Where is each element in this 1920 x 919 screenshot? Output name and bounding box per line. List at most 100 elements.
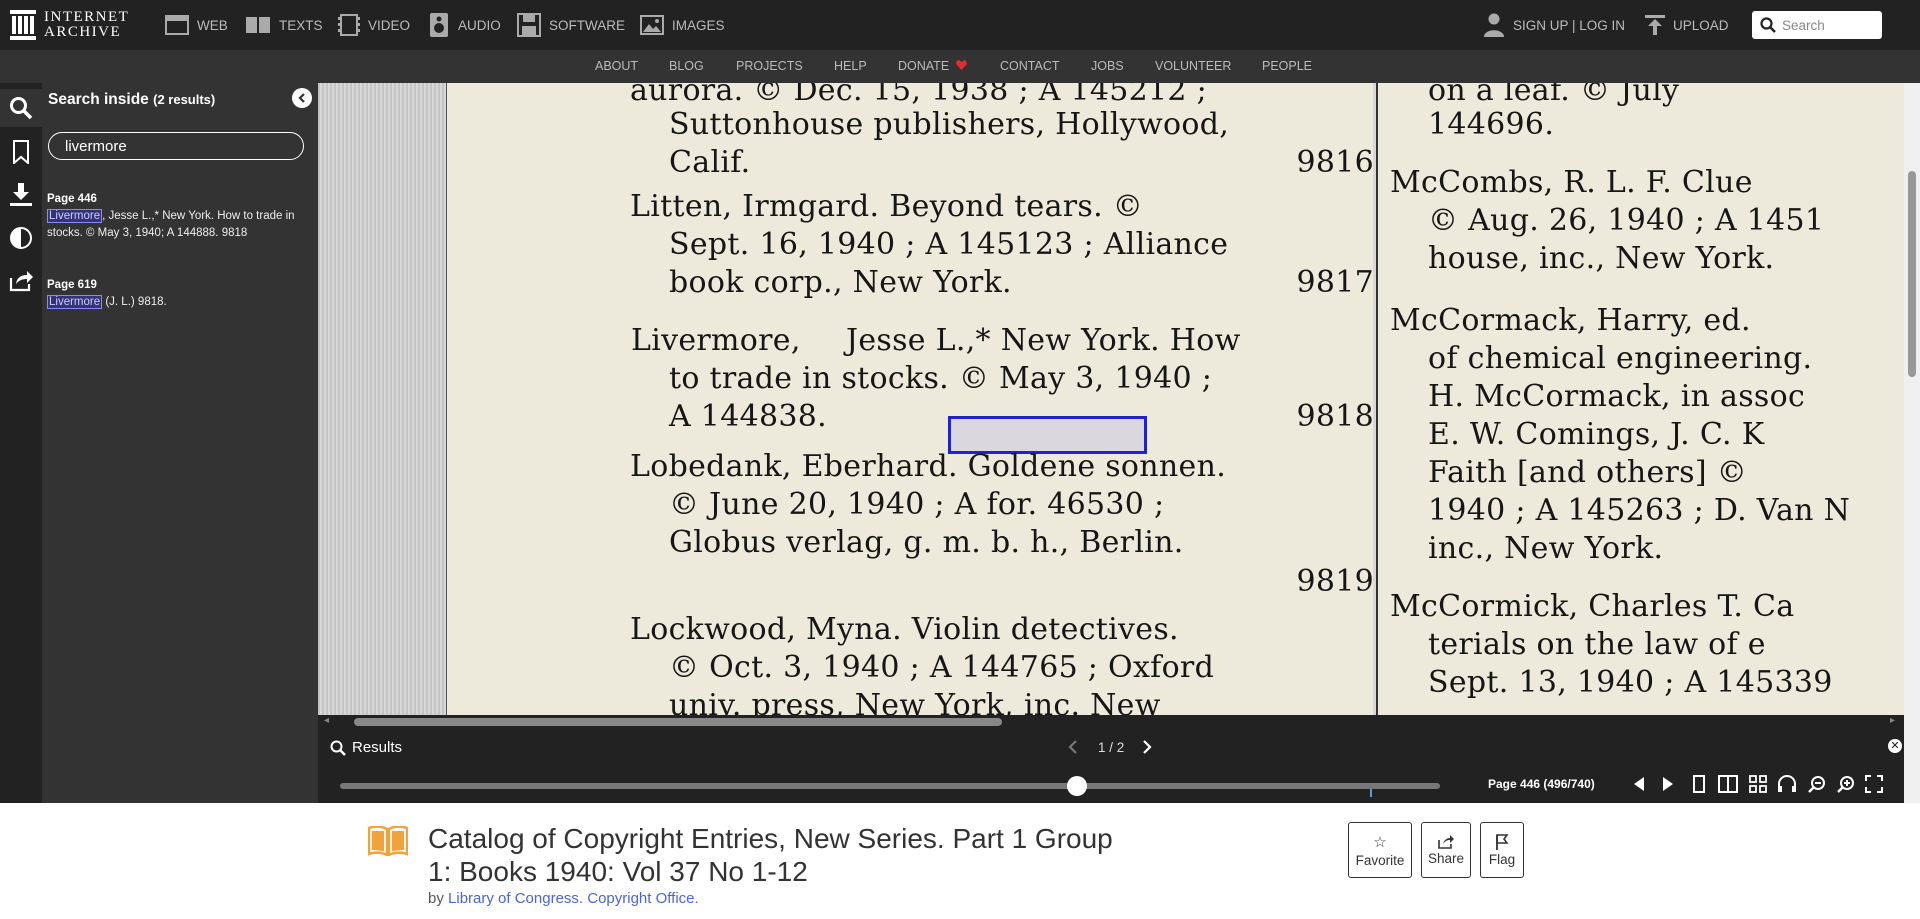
subnav-blog[interactable]: BLOG [669,50,704,83]
nav-video[interactable]: VIDEO [338,14,410,36]
read-aloud-button[interactable] [1777,774,1797,794]
video-icon [338,14,360,36]
page-text-line: Lobedank, Eberhard. Goldene sonnen. [630,449,1227,484]
subnav-jobs[interactable]: JOBS [1091,50,1124,83]
global-search-input[interactable] [1780,16,1879,34]
page-text-line: Calif. [669,145,751,180]
web-icon [165,15,189,35]
author-link[interactable]: Library of Congress. Copyright Office. [448,890,699,907]
vertical-scrollbar[interactable] [1904,83,1920,803]
logo-text-line2: ARCHIVE [44,24,122,40]
nav-software[interactable]: SOFTWARE [517,13,625,37]
flag-button[interactable]: Flag [1480,822,1524,878]
search-inside-input[interactable] [48,132,304,160]
search-results-bar: Results 1 / 2 ✕ [318,729,1904,765]
scroll-right-arrow-icon[interactable]: ▸ [1890,715,1895,726]
page-slider-handle[interactable] [1067,776,1087,796]
fullscreen-button[interactable] [1864,774,1884,794]
subnav-people[interactable]: PEOPLE [1262,50,1312,83]
page-text-line: on a leaf. © July [1428,83,1680,108]
logo-text-line1: INTERNET [44,9,130,25]
subnav-contact[interactable]: CONTACT [1000,50,1060,83]
byline-prefix: by [428,890,444,907]
bookmarks-tool[interactable] [0,133,42,171]
previous-page-button[interactable] [1629,774,1649,794]
nav-web[interactable]: WEB [165,14,228,36]
one-page-view-button[interactable] [1689,774,1709,794]
page-text-line: E. W. Comings, J. C. K [1428,417,1765,452]
contrast-icon [10,227,32,249]
horizontal-scrollbar[interactable]: ◂ ▸ [318,715,1904,729]
subnav-volunteer[interactable]: VOLUNTEER [1155,50,1231,83]
vertical-scroll-thumb[interactable] [1908,171,1916,377]
download-tool[interactable] [0,176,42,214]
zoom-in-icon [1837,776,1854,793]
item-byline: by Library of Congress. Copyright Office… [428,890,699,907]
upload-link[interactable]: UPLOAD [1645,14,1729,36]
share-label: Share [1427,850,1465,866]
search-result-match: Livermore [47,209,103,223]
page-text-line: 1940 ; A 145263 ; D. Van N [1428,493,1851,528]
zoom-out-button[interactable] [1807,774,1827,794]
share-button[interactable]: Share [1421,822,1471,878]
page-text-line: univ. press, New York, inc. New [669,688,1161,715]
page-text-line: terials on the law of e [1428,627,1766,662]
collapse-panel-button[interactable] [292,88,312,108]
search-result-marker[interactable] [1370,789,1372,797]
user-icon [1484,13,1504,37]
share-tool[interactable] [0,262,42,300]
subnav-donate[interactable]: DONATE [898,50,967,83]
page-text-line: to trade in stocks. © May 3, 1940 ; [669,361,1213,396]
page-text-line: Sept. 13, 1940 ; A 145339 [1428,665,1833,700]
nav-texts[interactable]: TEXTS [245,14,323,36]
triangle-right-icon [1663,777,1673,791]
search-result-item[interactable]: Page 619 Livermore (J. L.) 9818. [47,277,312,311]
chevron-right-icon [1143,740,1152,754]
download-icon [10,183,32,206]
share-icon [1438,834,1454,849]
nav-audio[interactable]: AUDIO [428,13,501,37]
page-text-line: McCombs, R. L. F. Clue [1390,165,1753,200]
page-text-entry-number: 9819 [1296,564,1374,599]
nav-software-label: SOFTWARE [549,17,625,33]
signup-login-link[interactable]: SIGN UP | LOG IN [1483,13,1625,37]
page-text-line: McCormick, Charles T. Ca [1390,589,1795,624]
triangle-left-icon [1634,777,1644,791]
book-reader-viewport[interactable]: aurora. © Dec. 15, 1938 ; A 145212 ; Sut… [318,83,1904,715]
audio-icon [430,13,448,37]
internet-archive-logo[interactable]: INTERNET ARCHIVE [10,8,129,42]
subnav-help[interactable]: HELP [834,50,867,83]
nav-video-label: VIDEO [368,17,411,33]
favorite-label: Favorite [1355,852,1405,868]
next-result-button[interactable] [1142,738,1152,759]
next-page-button[interactable] [1658,774,1678,794]
favorite-button[interactable]: ☆ Favorite [1348,822,1412,878]
two-page-view-button[interactable] [1718,774,1738,794]
search-result-count: (2 results) [153,92,216,107]
subnav-about[interactable]: ABOUT [595,50,638,83]
nav-texts-label: TEXTS [279,17,323,33]
thumbnail-view-button[interactable] [1748,774,1768,794]
close-results-button[interactable]: ✕ [1888,739,1902,753]
previous-result-button[interactable] [1068,738,1078,759]
nav-images[interactable]: IMAGES [640,14,725,36]
fullscreen-icon [1865,775,1883,793]
page-text-entry-number: 9816 [1296,145,1374,180]
nav-audio-label: AUDIO [458,17,501,33]
single-page-icon [1693,775,1705,793]
horizontal-scroll-thumb[interactable] [354,718,1002,726]
visual-adjustments-tool[interactable] [0,219,42,257]
search-inside-panel: Search inside (2 results) Page 446 Liver… [42,83,318,803]
scroll-left-arrow-icon[interactable]: ◂ [324,715,329,726]
global-search-box[interactable] [1752,11,1882,39]
search-inside-tool[interactable] [0,89,42,127]
page-slider-track[interactable] [340,776,1440,797]
zoom-in-button[interactable] [1836,774,1856,794]
page-text-line: Globus verlag, g. m. b. h., Berlin. [669,525,1184,560]
texts-icon [246,17,270,33]
star-icon: ☆ [1373,833,1387,851]
page-text-line: © June 20, 1940 ; A for. 46530 ; [669,487,1165,522]
page-text-line: Litten, Irmgard. Beyond tears. © [630,189,1144,224]
subnav-projects[interactable]: PROJECTS [736,50,803,83]
search-result-item[interactable]: Page 446 Livermore, Jesse L.,* New York.… [47,191,312,242]
